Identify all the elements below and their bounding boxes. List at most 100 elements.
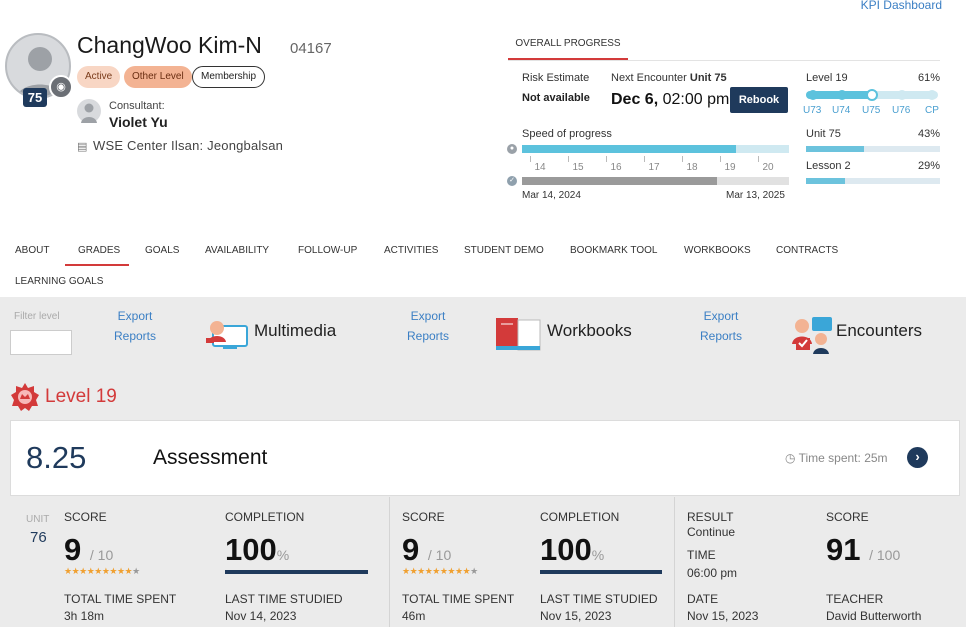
next-encounter-text: Next Encounter <box>611 72 687 84</box>
end-date: Mar 13, 2025 <box>726 190 785 201</box>
encounters-icon <box>792 317 832 354</box>
export-text: Export <box>117 309 153 323</box>
wb-last-studied-label: LAST TIME STUDIED <box>540 592 658 606</box>
tick-label: 16 <box>610 162 622 173</box>
tab-about[interactable]: ABOUT <box>15 245 49 256</box>
multimedia-icon <box>206 321 248 349</box>
consultant-name: Violet Yu <box>109 114 168 130</box>
rebook-button[interactable]: Rebook <box>730 87 788 113</box>
next-encounter-datetime: Dec 6, 02:00 pm <box>611 91 729 109</box>
membership-tag[interactable]: Membership <box>192 66 266 88</box>
wb-score: 9 / 10 <box>402 532 451 568</box>
mm-score-max: / 10 <box>89 547 114 563</box>
tab-learning-goals[interactable]: LEARNING GOALS <box>15 276 103 287</box>
wb-score-value: 9 <box>402 532 420 567</box>
enc-date-label: DATE <box>687 592 719 606</box>
workbooks-export-reports-link[interactable]: Export Reports <box>398 306 458 346</box>
enc-score-label: SCORE <box>826 510 869 524</box>
consultant-avatar <box>77 99 101 123</box>
lesson-progress-fill <box>806 178 845 184</box>
level-title: Level 19 <box>45 386 117 407</box>
tick-label: 14 <box>534 162 546 173</box>
lesson-progress-bar <box>806 178 940 184</box>
mm-score-label: SCORE <box>64 510 107 524</box>
tick-label: 17 <box>648 162 660 173</box>
tab-grades[interactable]: GRADES <box>78 245 120 256</box>
multimedia-title: Multimedia <box>254 321 337 340</box>
tab-student-demo[interactable]: STUDENT DEMO <box>464 245 544 256</box>
section-divider <box>674 497 675 627</box>
assessment-score: 8.25 <box>26 440 87 475</box>
kpi-dashboard-link[interactable]: KPI Dashboard <box>861 0 942 12</box>
enc-score: 91 / 100 <box>826 532 900 568</box>
unit-progress-fill <box>806 146 864 152</box>
enc-time: 06:00 pm <box>687 566 738 580</box>
filter-level-input[interactable] <box>10 330 72 355</box>
start-date: Mar 14, 2024 <box>522 190 581 201</box>
mm-completion-value: 100 <box>225 532 277 567</box>
student-name: ChangWoo Kim-N <box>77 32 262 58</box>
consultant-label: Consultant: <box>109 100 165 112</box>
tab-goals[interactable]: GOALS <box>145 245 179 256</box>
mm-completion: 100% <box>225 532 289 568</box>
wb-completion: 100% <box>540 532 604 568</box>
speed-bar <box>522 145 789 153</box>
tab-contracts[interactable]: CONTRACTS <box>776 245 838 256</box>
percent-sign: % <box>276 547 290 563</box>
enc-result-label: RESULT <box>687 510 734 524</box>
tab-availability[interactable]: AVAILABILITY <box>205 245 269 256</box>
reports-text: Reports <box>406 329 450 343</box>
time-spent-text: Time spent: 25m <box>798 451 888 465</box>
next-encounter-time: 02:00 pm <box>662 91 730 108</box>
next-encounter-unit: Unit 75 <box>689 72 727 84</box>
time-bar-fill <box>522 177 717 185</box>
multimedia-export-reports-link[interactable]: Export Reports <box>105 306 165 346</box>
unit-label-cp: CP <box>925 105 939 116</box>
risk-estimate-value: Not available <box>522 92 590 104</box>
workbook-icon <box>496 318 541 351</box>
wb-score-label: SCORE <box>402 510 445 524</box>
tick-label: 18 <box>686 162 698 173</box>
wb-total-time: 46m <box>402 609 426 623</box>
level-progress-pct: 61% <box>918 72 941 84</box>
check-icon: ✓ <box>507 176 517 186</box>
reports-text: Reports <box>699 329 743 343</box>
percent-sign: % <box>591 547 605 563</box>
unit-progress-label: Unit 75 <box>806 128 841 140</box>
mm-total-time: 3h 18m <box>64 609 105 623</box>
divider <box>508 60 940 61</box>
assessment-title: Assessment <box>153 446 268 469</box>
tab-activities[interactable]: ACTIVITIES <box>384 245 438 256</box>
export-text: Export <box>410 309 446 323</box>
unit-progress-pct: 43% <box>918 128 941 140</box>
tab-overall-progress[interactable]: OVERALL PROGRESS <box>508 38 628 60</box>
wb-total-time-label: TOTAL TIME SPENT <box>402 592 515 606</box>
level-progress-label: Level 19 <box>806 72 848 84</box>
tab-workbooks[interactable]: WORKBOOKS <box>684 245 751 256</box>
unit-progress-track <box>806 89 938 101</box>
tab-follow-up[interactable]: FOLLOW-UP <box>298 245 357 256</box>
tick-label: 20 <box>762 162 774 173</box>
unit-label-u74: U74 <box>832 105 851 116</box>
wb-last-studied: Nov 15, 2023 <box>540 609 612 623</box>
chevron-right-icon[interactable]: › <box>907 447 928 468</box>
student-id: 04167 <box>290 40 332 57</box>
enc-score-value: 91 <box>826 532 861 567</box>
unit-number: 76 <box>30 529 47 546</box>
mm-last-studied-label: LAST TIME STUDIED <box>225 592 343 606</box>
encounters-export-reports-link[interactable]: Export Reports <box>691 306 751 346</box>
clock-icon: ◷ <box>785 451 796 465</box>
enc-date: Nov 15, 2023 <box>687 609 759 623</box>
next-encounter-label: Next Encounter Unit 75 <box>611 72 727 84</box>
camera-icon[interactable]: ◉ <box>49 75 73 99</box>
person-icon: ● <box>507 144 517 154</box>
section-divider <box>389 497 390 627</box>
status-tag-active: Active <box>77 66 121 88</box>
center-name: WSE Center Ilsan: Jeongbalsan <box>93 138 284 153</box>
wb-completion-value: 100 <box>540 532 592 567</box>
filter-level-label: Filter level <box>14 311 60 322</box>
wb-score-max: / 10 <box>427 547 452 563</box>
tab-bookmark-tool[interactable]: BOOKMARK TOOL <box>570 245 657 256</box>
unit-label-u73: U73 <box>803 105 822 116</box>
mm-star-rating: ★★★★★★★★★★ <box>64 566 140 577</box>
